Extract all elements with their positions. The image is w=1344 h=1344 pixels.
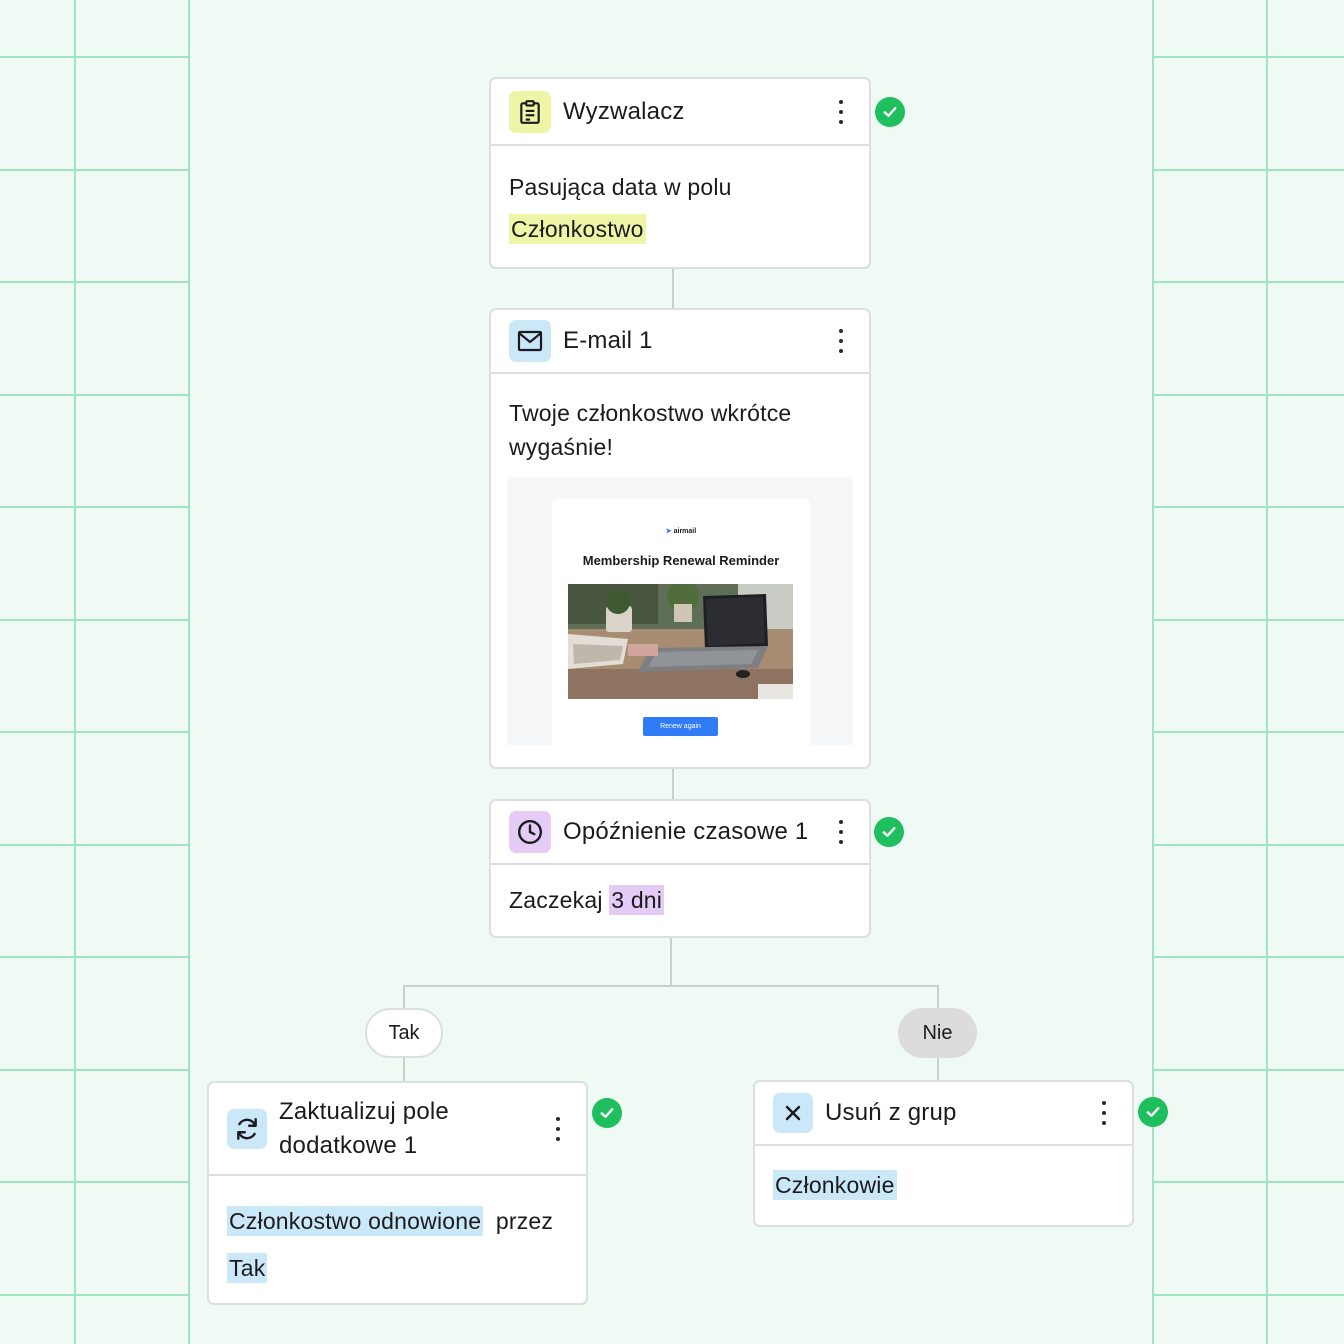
email-subject-line: wygaśnie! (509, 434, 614, 460)
grid-line (1152, 56, 1344, 58)
email-subject-line: Twoje członkostwo wkrótce (509, 400, 792, 426)
trigger-node-body: Pasująca data w polu Członkostwo (491, 146, 869, 246)
connector-line (670, 938, 672, 986)
updated-field-value: Tak (227, 1253, 268, 1283)
grid-line (1152, 506, 1344, 508)
delay-node-body: Zaczekaj 3 dni (491, 865, 869, 917)
grid-line (0, 619, 190, 621)
grid-line (1152, 956, 1344, 958)
clipboard-icon (509, 90, 551, 133)
connector-line (937, 1058, 939, 1082)
grid-line (0, 169, 190, 171)
connector-line (937, 985, 939, 1009)
renew-again-button[interactable]: Renew again (643, 717, 718, 736)
update-field-node-header: Zaktualizuj pole dodatkowe 1 (209, 1083, 586, 1176)
kebab-menu-icon[interactable] (548, 1116, 568, 1141)
grid-line (1152, 1181, 1344, 1183)
check-circle-icon (875, 97, 905, 127)
close-icon (773, 1093, 813, 1133)
grid-line (1152, 731, 1344, 733)
grid-line (0, 1069, 190, 1071)
grid-line (0, 506, 190, 508)
clock-icon (509, 811, 551, 853)
trigger-node-header: Wyzwalacz (491, 79, 869, 146)
delay-node-title: Opóźnienie czasowe 1 (563, 818, 809, 845)
airmail-logo: ➤ airmail (552, 527, 810, 535)
update-field-text: przez (495, 1208, 554, 1234)
delay-node[interactable]: Opóźnienie czasowe 1 Zaczekaj 3 dni (489, 799, 871, 938)
kebab-menu-icon[interactable] (1094, 1101, 1114, 1125)
email-preview-sheet: ➤ airmail Membership Renewal Reminder Re… (552, 499, 810, 749)
remove-group-node-header: Usuń z grup (755, 1082, 1132, 1146)
email-node-title: E-mail 1 (563, 327, 653, 354)
email-node[interactable]: E-mail 1 Twoje członkostwo wkrótce wygaś… (489, 308, 871, 769)
update-field-title-line: Zaktualizuj pole (279, 1097, 449, 1125)
grid-line (0, 281, 190, 283)
update-field-node[interactable]: Zaktualizuj pole dodatkowe 1 Członkostwo… (207, 1081, 588, 1305)
kebab-menu-icon[interactable] (831, 820, 851, 844)
update-field-node-body: Członkostwo odnowione przez Tak (209, 1176, 586, 1292)
trigger-node-title: Wyzwalacz (563, 97, 685, 125)
updated-field-name: Członkostwo odnowione (227, 1206, 484, 1236)
grid-line (1152, 1294, 1344, 1296)
trigger-node[interactable]: Wyzwalacz Pasująca data w polu Członkost… (489, 77, 871, 269)
remove-group-node[interactable]: Usuń z grup Członkowie (753, 1080, 1134, 1227)
grid-line (1152, 394, 1344, 396)
grid-line (1152, 1069, 1344, 1071)
kebab-menu-icon[interactable] (831, 99, 851, 124)
grid-line (0, 56, 190, 58)
grid-line (0, 731, 190, 733)
trigger-node-field: Członkostwo (509, 214, 646, 244)
grid-line (188, 0, 190, 1344)
connector-line (403, 985, 405, 1009)
connector-line (403, 1058, 405, 1082)
trigger-node-text: Pasująca data w polu (509, 174, 732, 200)
delay-node-text: Zaczekaj (509, 887, 603, 913)
grid-line (1152, 169, 1344, 171)
grid-line (74, 0, 76, 1344)
grid-line (1152, 844, 1344, 846)
grid-line (0, 394, 190, 396)
refresh-icon (227, 1108, 267, 1149)
grid-line (0, 956, 190, 958)
email-node-header: E-mail 1 (491, 310, 869, 374)
paper-plane-icon: ➤ (665, 528, 672, 535)
airmail-logo-text: airmail (673, 528, 697, 535)
grid-line (1152, 281, 1344, 283)
email-preview[interactable]: ➤ airmail Membership Renewal Reminder Re… (507, 477, 853, 749)
grid-line (0, 1294, 190, 1296)
branch-yes-pill[interactable]: Tak (365, 1008, 443, 1058)
remove-group-node-body: Członkowie (755, 1146, 1132, 1202)
grid-line (1152, 0, 1154, 1344)
delay-node-header: Opóźnienie czasowe 1 (491, 801, 869, 865)
update-field-node-title: Zaktualizuj pole dodatkowe 1 (279, 1095, 548, 1163)
remove-group-node-title: Usuń z grup (825, 1099, 957, 1126)
envelope-icon (509, 320, 551, 362)
group-name: Członkowie (773, 1170, 897, 1200)
check-circle-icon (874, 817, 904, 847)
email-preview-heading: Membership Renewal Reminder (582, 553, 780, 568)
connector-line (672, 768, 674, 800)
laptop-desk-photo (568, 584, 793, 699)
email-node-body: Twoje członkostwo wkrótce wygaśnie! (491, 374, 869, 464)
connector-line (403, 985, 939, 987)
check-circle-icon (1138, 1097, 1168, 1127)
delay-duration: 3 dni (609, 885, 665, 915)
branch-no-pill[interactable]: Nie (898, 1008, 977, 1058)
connector-line (672, 268, 674, 310)
update-field-title-line: dodatkowe 1 (279, 1131, 418, 1159)
grid-line (0, 1181, 190, 1183)
check-circle-icon (592, 1098, 622, 1128)
kebab-menu-icon[interactable] (831, 329, 851, 353)
grid-line (0, 844, 190, 846)
grid-line (1266, 0, 1268, 1344)
grid-line (1152, 619, 1344, 621)
